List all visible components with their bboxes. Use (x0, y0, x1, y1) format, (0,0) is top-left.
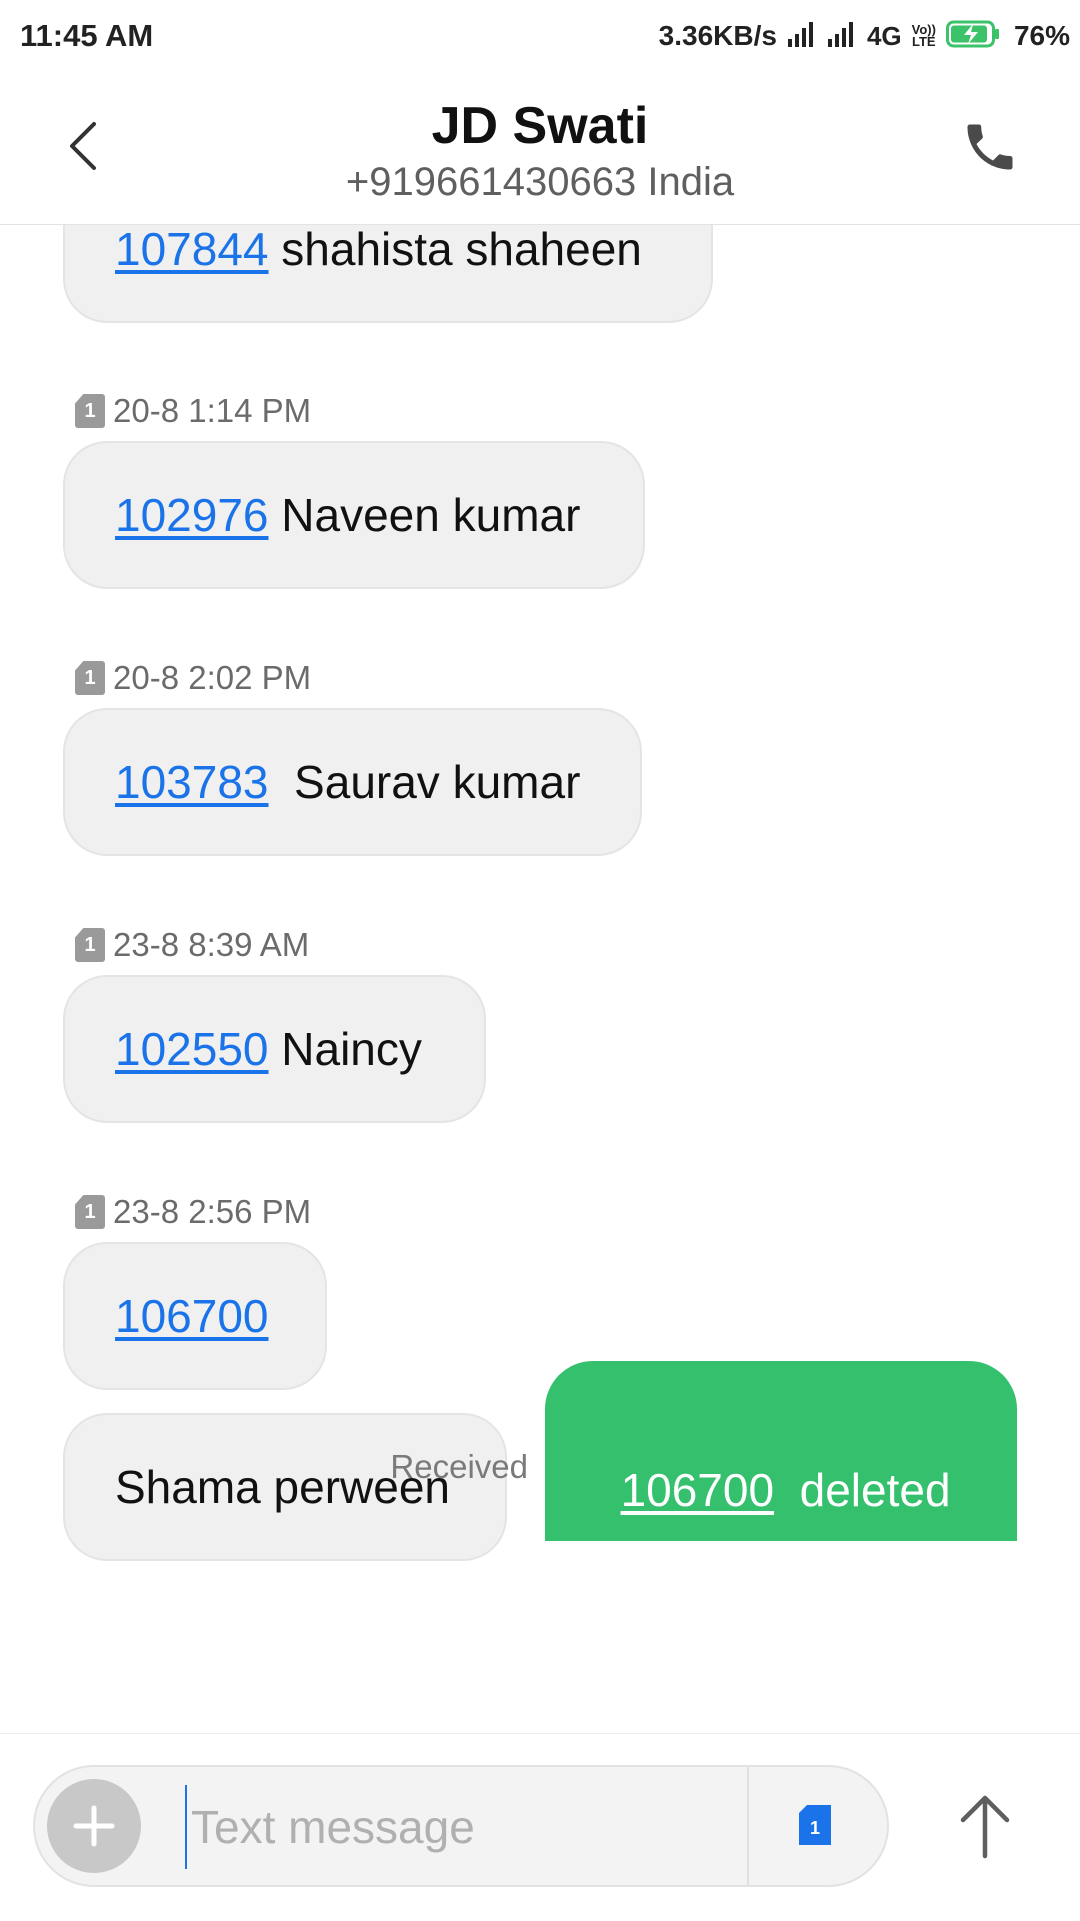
sim-card-icon: 1 (75, 394, 105, 428)
phone-icon (967, 124, 1013, 170)
status-bar: 11:45 AM 3.36KB/s 4G Vo)) LTE 76% (0, 0, 1080, 72)
received-message[interactable]: 102976 Naveen kumar (63, 441, 645, 589)
timestamp-text: 20-8 2:02 PM (113, 659, 312, 696)
number-link[interactable]: 103783 (115, 755, 269, 809)
message-timestamp: 1 23-8 2:56 PM (75, 1192, 311, 1232)
received-message[interactable]: 103783 Saurav kumar (63, 708, 642, 856)
volte-indicator: Vo)) LTE (911, 22, 936, 49)
network-type: 4G (866, 20, 902, 51)
number-link[interactable]: 106700 (621, 1464, 775, 1516)
status-indicators: 3.36KB/s 4G Vo)) LTE 76% (659, 18, 1070, 54)
message-text: Saurav kumar (268, 756, 581, 808)
number-link[interactable]: 102976 (115, 488, 269, 542)
message-input[interactable] (185, 1785, 755, 1869)
number-link[interactable]: 106700 (115, 1289, 269, 1343)
number-link[interactable]: 107844 (115, 225, 269, 276)
signal-icon (787, 21, 817, 52)
send-button[interactable] (955, 1790, 1015, 1860)
contact-name: JD Swati (431, 97, 649, 155)
battery-level: 76% (1013, 20, 1070, 51)
svg-text:1: 1 (810, 1818, 820, 1838)
timestamp-text: 20-8 1:14 PM (113, 392, 312, 429)
contact-number: +919661430663 India (345, 160, 735, 204)
timestamp-text: 23-8 2:56 PM (113, 1193, 312, 1230)
sent-message[interactable]: 106700 deleted (545, 1361, 1017, 1541)
sim-select-button[interactable]: 1 (795, 1803, 835, 1847)
sim-card-icon: 1 (75, 928, 105, 962)
number-link[interactable]: 102550 (115, 1022, 269, 1076)
arrow-up-icon (960, 1795, 1010, 1859)
message-timestamp: 1 20-8 1:14 PM (75, 391, 311, 431)
received-message[interactable]: 106700 (63, 1242, 327, 1390)
add-attachment-button[interactable] (47, 1779, 141, 1873)
message-text: shahista shaheen (268, 225, 642, 275)
received-message[interactable]: 107844 shahista shaheen (63, 225, 713, 323)
status-time: 11:45 AM (20, 18, 154, 53)
message-text: Naincy (268, 1023, 422, 1075)
signal-icon-2 (827, 21, 857, 52)
message-timestamp: 1 23-8 8:39 AM (75, 925, 309, 965)
timestamp-text: 23-8 8:39 AM (113, 926, 310, 963)
received-message[interactable]: 102550 Naincy (63, 975, 486, 1123)
message-text: Naveen kumar (268, 489, 581, 541)
sim-card-icon: 1 (75, 661, 105, 695)
network-speed: 3.36KB/s (658, 20, 777, 51)
plus-icon (73, 1805, 115, 1847)
message-text: deleted (774, 1464, 951, 1516)
conversation-header: JD Swati +919661430663 India (0, 72, 1080, 225)
received-message[interactable]: Shama perween (63, 1413, 507, 1561)
delivery-status: Received (390, 1448, 528, 1485)
message-composer: 1 (33, 1765, 889, 1887)
divider (747, 1767, 749, 1885)
sim-card-icon: 1 (799, 1805, 831, 1845)
sim-card-icon: 1 (75, 1195, 105, 1229)
message-timestamp: 1 20-8 2:02 PM (75, 658, 311, 698)
battery-charging-icon (945, 20, 1000, 53)
call-button[interactable] (960, 117, 1020, 177)
